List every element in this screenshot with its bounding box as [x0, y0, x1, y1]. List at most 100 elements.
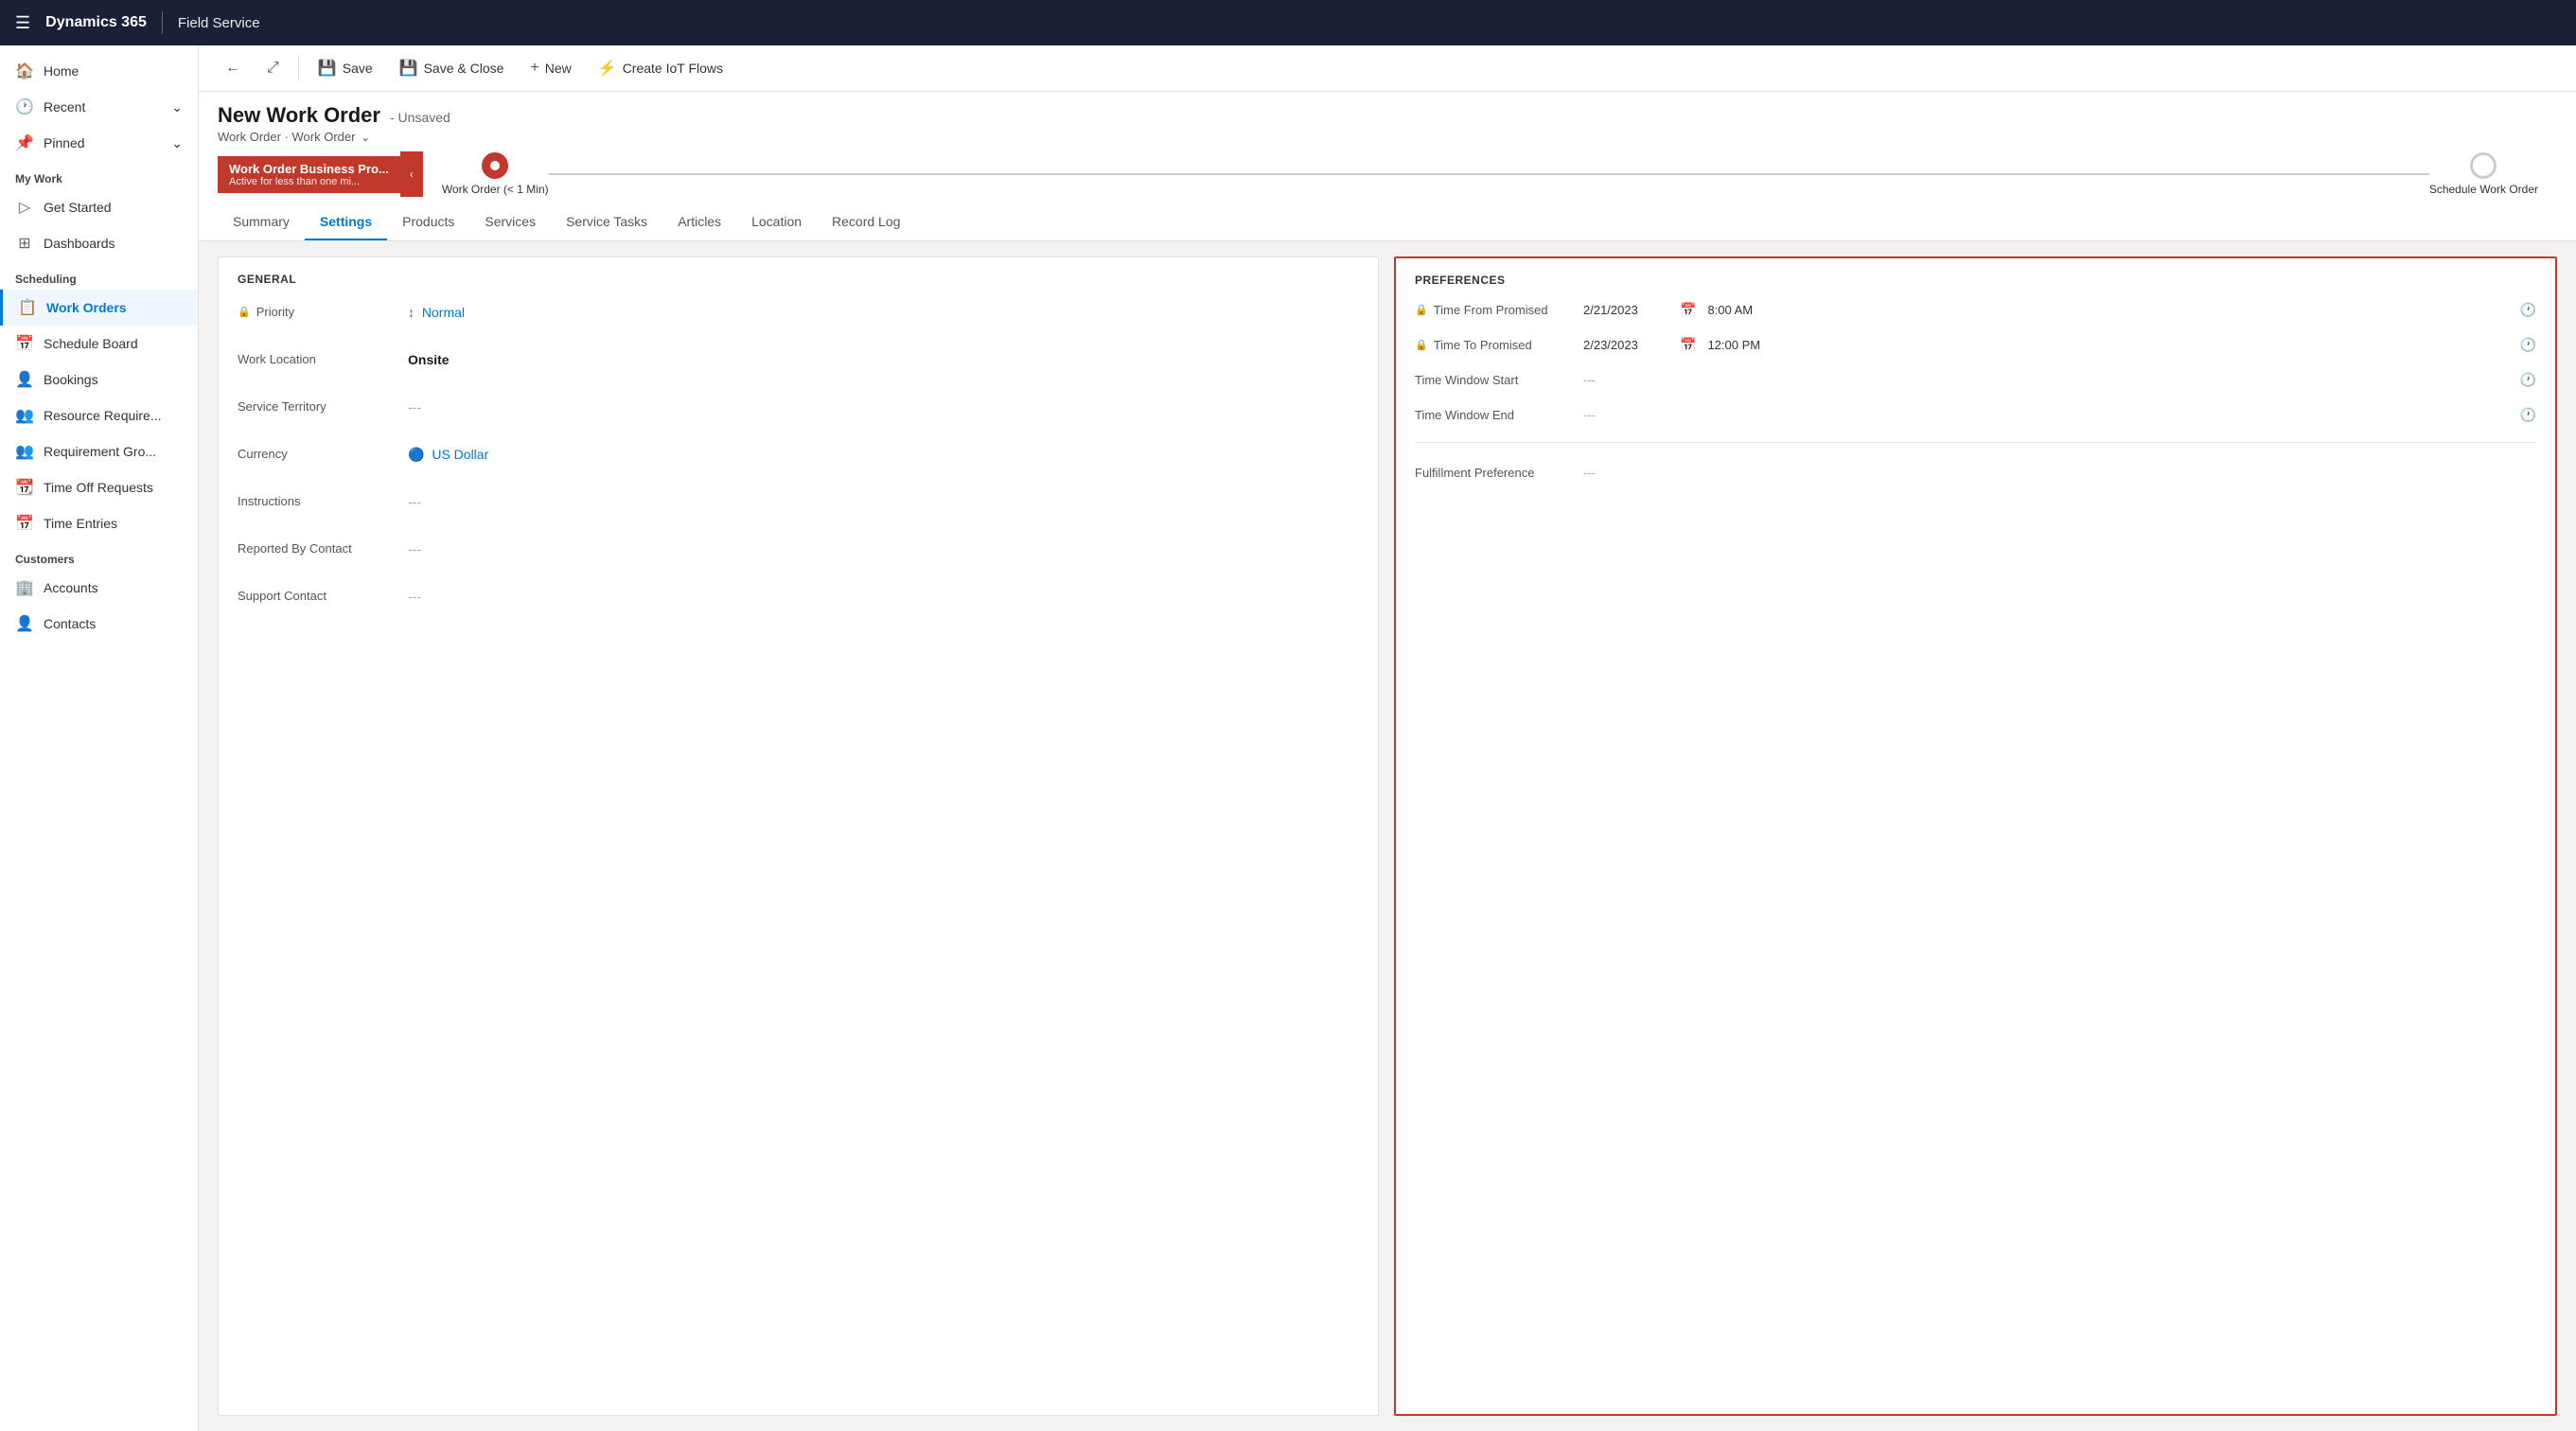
time-entries-icon: 📅 [15, 514, 34, 533]
breadcrumb-item-2[interactable]: Work Order [292, 130, 356, 144]
sidebar-item-label: Requirement Gro... [44, 444, 156, 459]
time-window-start-label: Time Window Start [1415, 373, 1576, 387]
currency-label: Currency [238, 443, 408, 461]
time-to-promised-row: 🔒 Time To Promised 2/23/2023 📅 12:00 PM … [1415, 337, 2536, 353]
time-from-time[interactable]: 8:00 AM [1707, 303, 1783, 317]
stage-title: Work Order Business Pro... [229, 162, 389, 176]
tab-service-tasks[interactable]: Service Tasks [551, 204, 662, 240]
time-from-promised-row: 🔒 Time From Promised 2/21/2023 📅 8:00 AM… [1415, 302, 2536, 318]
sidebar-item-time-entries[interactable]: 📅 Time Entries [0, 505, 198, 541]
time-window-start-clock-icon[interactable]: 🕐 [2520, 372, 2536, 388]
reported-by-label: Reported By Contact [238, 538, 408, 556]
time-to-time[interactable]: 12:00 PM [1707, 338, 1783, 352]
tab-record-log[interactable]: Record Log [817, 204, 915, 240]
breadcrumb-item-1[interactable]: Work Order [218, 130, 281, 144]
tab-articles[interactable]: Articles [662, 204, 736, 240]
content-area: ← ⤢ 💾 Save 💾 Save & Close + New ⚡ Create… [199, 45, 2576, 1431]
hamburger-menu[interactable]: ☰ [15, 13, 30, 33]
time-to-clock-icon[interactable]: 🕐 [2520, 337, 2536, 353]
save-label: Save [343, 61, 373, 76]
progress-line [549, 173, 2429, 175]
stage-subtitle: Active for less than one mi... [229, 176, 389, 187]
iot-flows-button[interactable]: ⚡ Create IoT Flows [587, 53, 734, 83]
back-button[interactable]: ← [214, 54, 252, 82]
sidebar-item-label: Home [44, 63, 79, 79]
save-button[interactable]: 💾 Save [307, 53, 384, 83]
form-area: GENERAL 🔒 Priority ↕ Normal Work Locatio… [199, 241, 2576, 1431]
tab-location[interactable]: Location [736, 204, 817, 240]
fulfillment-preference-row: Fulfillment Preference --- [1415, 466, 2536, 480]
sidebar-item-requirement-gro[interactable]: 👥 Requirement Gro... [0, 433, 198, 469]
time-from-date[interactable]: 2/21/2023 [1583, 303, 1668, 317]
progress-node-1[interactable]: Work Order (< 1 Min) [442, 152, 549, 196]
sidebar: 🏠 Home 🕐 Recent ⌄ 📌 Pinned ⌄ My Work ▷ G… [0, 45, 199, 1431]
work-orders-icon: 📋 [18, 298, 37, 317]
top-navigation: ☰ Dynamics 365 Field Service [0, 0, 2576, 45]
time-from-calendar-icon[interactable]: 📅 [1680, 302, 1696, 318]
progress-section: Work Order Business Pro... Active for le… [199, 144, 2576, 204]
reported-by-value[interactable]: --- [408, 538, 1359, 556]
instructions-value[interactable]: --- [408, 490, 1359, 509]
progress-node-2[interactable]: Schedule Work Order [2429, 152, 2538, 196]
main-layout: 🏠 Home 🕐 Recent ⌄ 📌 Pinned ⌄ My Work ▷ G… [0, 45, 2576, 1431]
sidebar-item-dashboards[interactable]: ⊞ Dashboards [0, 225, 198, 261]
tab-products[interactable]: Products [387, 204, 469, 240]
sidebar-item-work-orders[interactable]: 📋 Work Orders [0, 290, 198, 326]
new-icon: + [530, 60, 538, 77]
sidebar-item-label: Time Entries [44, 516, 117, 531]
sidebar-item-label: Recent [44, 99, 85, 115]
sidebar-item-label: Accounts [44, 580, 98, 595]
progress-stage-card[interactable]: Work Order Business Pro... Active for le… [218, 156, 400, 193]
sidebar-item-resource-req[interactable]: 👥 Resource Require... [0, 398, 198, 433]
sidebar-item-accounts[interactable]: 🏢 Accounts [0, 570, 198, 606]
fulfillment-preference-value[interactable]: --- [1583, 466, 1596, 480]
home-icon: 🏠 [15, 62, 34, 80]
time-window-start-row: Time Window Start --- 🕐 [1415, 372, 2536, 388]
service-territory-value[interactable]: --- [408, 396, 1359, 415]
support-contact-value[interactable]: --- [408, 585, 1359, 604]
pin-icon: 📌 [15, 133, 34, 152]
time-from-promised-label: 🔒 Time From Promised [1415, 303, 1576, 317]
page-header: New Work Order - Unsaved Work Order · Wo… [199, 92, 2576, 144]
progress-node-label-1: Work Order (< 1 Min) [442, 183, 549, 196]
stage-collapse-button[interactable]: ‹ [400, 151, 423, 197]
expand-button[interactable]: ⤢ [256, 54, 291, 82]
support-contact-row: Support Contact --- [238, 585, 1359, 615]
time-from-clock-icon[interactable]: 🕐 [2520, 302, 2536, 318]
tab-services[interactable]: Services [469, 204, 551, 240]
bookings-icon: 👤 [15, 370, 34, 389]
tab-settings[interactable]: Settings [305, 204, 387, 240]
toolbar: ← ⤢ 💾 Save 💾 Save & Close + New ⚡ Create… [199, 45, 2576, 92]
time-to-calendar-icon[interactable]: 📅 [1680, 337, 1696, 353]
time-to-date[interactable]: 2/23/2023 [1583, 338, 1668, 352]
sidebar-item-pinned[interactable]: 📌 Pinned ⌄ [0, 125, 198, 161]
requirement-gro-icon: 👥 [15, 442, 34, 461]
toolbar-divider-1 [298, 55, 299, 81]
section-label-scheduling: Scheduling [0, 261, 198, 290]
save-icon: 💾 [318, 59, 337, 78]
tab-summary[interactable]: Summary [218, 204, 305, 240]
general-section-title: GENERAL [238, 273, 1359, 286]
save-close-button[interactable]: 💾 Save & Close [388, 53, 516, 83]
section-label-customers: Customers [0, 541, 198, 570]
priority-value[interactable]: ↕ Normal [408, 301, 1359, 320]
sidebar-item-recent[interactable]: 🕐 Recent ⌄ [0, 89, 198, 125]
sidebar-item-time-off[interactable]: 📆 Time Off Requests [0, 469, 198, 505]
get-started-icon: ▷ [15, 198, 34, 217]
sidebar-item-label: Get Started [44, 200, 112, 215]
sidebar-item-label: Work Orders [46, 300, 127, 315]
sidebar-item-bookings[interactable]: 👤 Bookings [0, 362, 198, 398]
time-window-start-value[interactable]: --- [1583, 373, 1596, 387]
time-window-end-value[interactable]: --- [1583, 408, 1596, 422]
currency-icon: 🔵 [408, 447, 424, 462]
sidebar-item-contacts[interactable]: 👤 Contacts [0, 606, 198, 642]
new-button[interactable]: + New [519, 54, 582, 82]
sidebar-item-home[interactable]: 🏠 Home [0, 53, 198, 89]
currency-row: Currency 🔵 US Dollar [238, 443, 1359, 473]
time-window-end-clock-icon[interactable]: 🕐 [2520, 407, 2536, 423]
currency-value[interactable]: 🔵 US Dollar [408, 443, 1359, 463]
sidebar-item-schedule-board[interactable]: 📅 Schedule Board [0, 326, 198, 362]
save-close-icon: 💾 [399, 59, 418, 78]
progress-node-circle-1 [482, 152, 508, 179]
sidebar-item-get-started[interactable]: ▷ Get Started [0, 189, 198, 225]
